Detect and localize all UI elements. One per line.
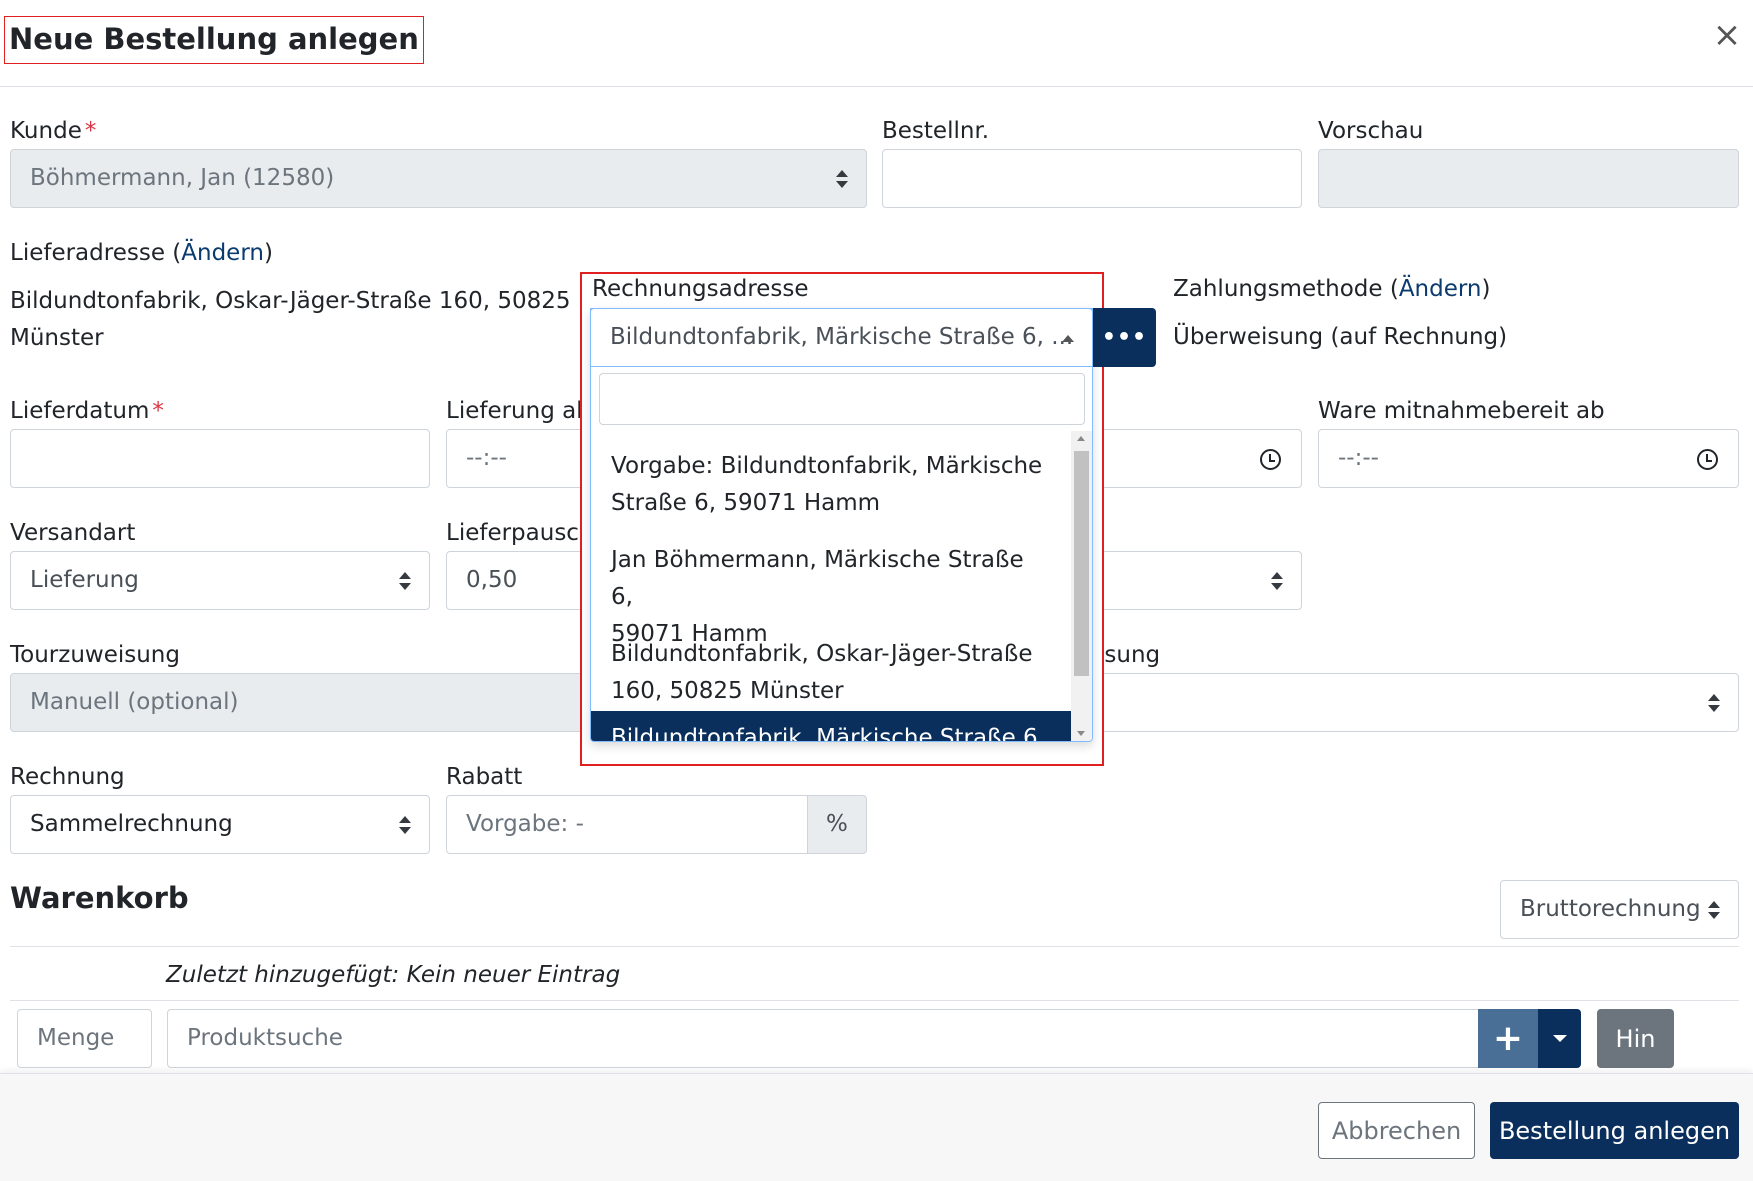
partial-label: isung [1098,642,1161,668]
add-product-button[interactable]: + [1478,1009,1538,1068]
menge-input[interactable]: Menge [17,1009,152,1068]
kunde-select[interactable]: Böhmermann, Jan (12580) [10,149,867,208]
versandart-value: Lieferung [30,567,139,593]
lieferadresse-label: Lieferadresse (Ändern) [10,240,273,266]
rechnung-value: Sammelrechnung [30,811,233,837]
rechnungsadresse-select[interactable]: Bildundtonfabrik, Märkische Straße 6, ..… [590,308,1093,367]
sort-icon [399,816,411,834]
modal-title: Neue Bestellung anlegen [4,16,424,64]
sort-icon [1708,694,1720,712]
vorschau-field [1318,149,1739,208]
pricing-mode-select[interactable]: Bruttorechnung [1500,880,1739,939]
cancel-button[interactable]: Abbrechen [1318,1102,1475,1159]
dropdown-option-selected[interactable]: Bildundtonfabrik, Märkische Straße 6, [591,711,1071,741]
rabatt-placeholder: Vorgabe: - [466,811,584,837]
pricing-mode-value: Bruttorechnung [1520,896,1701,922]
menge-placeholder: Menge [37,1025,115,1051]
rechnungsadresse-more-button[interactable]: ••• [1093,308,1156,367]
zahlungsmethode-value: Überweisung (auf Rechnung) [1173,324,1508,350]
last-added-text: Zuletzt hinzugefügt: Kein neuer Eintrag [166,962,621,988]
ware-mitnahmebereit-value: --:-- [1338,445,1379,471]
lieferung-ab-value: --:-- [466,445,507,471]
vorschau-label: Vorschau [1318,118,1424,144]
sort-icon [836,170,848,188]
lieferung-ab-label: Lieferung ab [446,398,591,424]
produktsuche-input[interactable]: Produktsuche [167,1009,1479,1068]
modal-header: Neue Bestellung anlegen × [0,0,1753,87]
bestellnr-input[interactable] [882,149,1302,208]
versandart-label: Versandart [10,520,136,546]
clock-icon[interactable] [1697,449,1718,470]
dropdown-scrollbar[interactable] [1071,431,1092,741]
rechnungsadresse-search-input[interactable] [599,373,1085,425]
ware-mitnahmebereit-label: Ware mitnahmebereit ab [1318,398,1605,424]
sort-icon [1708,901,1720,919]
kunde-value: Böhmermann, Jan (12580) [30,165,335,191]
caret-up-icon [1062,335,1074,342]
divider [10,1000,1739,1001]
sort-icon [399,572,411,590]
zahlungsmethode-label: Zahlungsmethode (Ändern) [1173,276,1491,302]
rechnungsadresse-value: Bildundtonfabrik, Märkische Straße 6, ..… [610,324,1074,350]
zahlungsmethode-change-link[interactable]: Ändern [1399,276,1482,302]
versandart-select[interactable]: Lieferung [10,551,430,610]
tourzuweisung-label: Tourzuweisung [10,642,180,668]
modal-footer: Abbrechen Bestellung anlegen [0,1073,1753,1181]
dropdown-option[interactable]: Bildundtonfabrik, Oskar-Jäger-Straße 160… [591,627,1071,721]
rabatt-unit: % [807,795,867,854]
clock-icon[interactable] [1260,449,1281,470]
divider [10,946,1739,947]
lieferpauschale-value: 0,50 [466,567,518,593]
caret-down-icon [1552,1035,1567,1042]
dropdown-option[interactable]: Jan Böhmermann, Märkische Straße 6, 5907… [591,533,1071,647]
submit-button[interactable]: Bestellung anlegen [1490,1102,1739,1159]
lieferadresse-line1: Bildundtonfabrik, Oskar-Jäger-Straße 160… [10,288,571,314]
rabatt-input[interactable]: Vorgabe: - [446,795,808,854]
bestellnr-label: Bestellnr. [882,118,990,144]
scroll-down-icon[interactable] [1077,731,1085,736]
sort-icon [1271,572,1283,590]
plus-icon: + [1492,1018,1524,1059]
rechnungsadresse-label: Rechnungsadresse [592,276,809,302]
lieferadresse-change-link[interactable]: Ändern [181,240,264,266]
lieferadresse-line2: Münster [10,325,104,351]
tourzuweisung-value: Manuell (optional) [30,689,239,715]
lieferdatum-label: Lieferdatum * [10,398,164,424]
ellipsis-icon: ••• [1101,325,1148,350]
dropdown-option[interactable]: Vorgabe: Bildundtonfabrik, Märkische Str… [591,439,1071,533]
kunde-label: Kunde * [10,118,97,144]
close-icon[interactable]: × [1712,18,1742,52]
ware-mitnahmebereit-input[interactable]: --:-- [1318,429,1739,488]
add-options-button[interactable] [1538,1009,1581,1068]
scrollbar-thumb[interactable] [1074,451,1089,676]
hin-button[interactable]: Hin [1597,1009,1674,1068]
produktsuche-placeholder: Produktsuche [187,1025,343,1051]
scroll-up-icon[interactable] [1077,436,1085,441]
warenkorb-title: Warenkorb [10,881,189,915]
rechnung-select[interactable]: Sammelrechnung [10,795,430,854]
lieferdatum-input[interactable] [10,429,430,488]
rechnung-label: Rechnung [10,764,125,790]
rechnungsadresse-dropdown: Vorgabe: Bildundtonfabrik, Märkische Str… [590,308,1093,742]
rabatt-label: Rabatt [446,764,523,790]
